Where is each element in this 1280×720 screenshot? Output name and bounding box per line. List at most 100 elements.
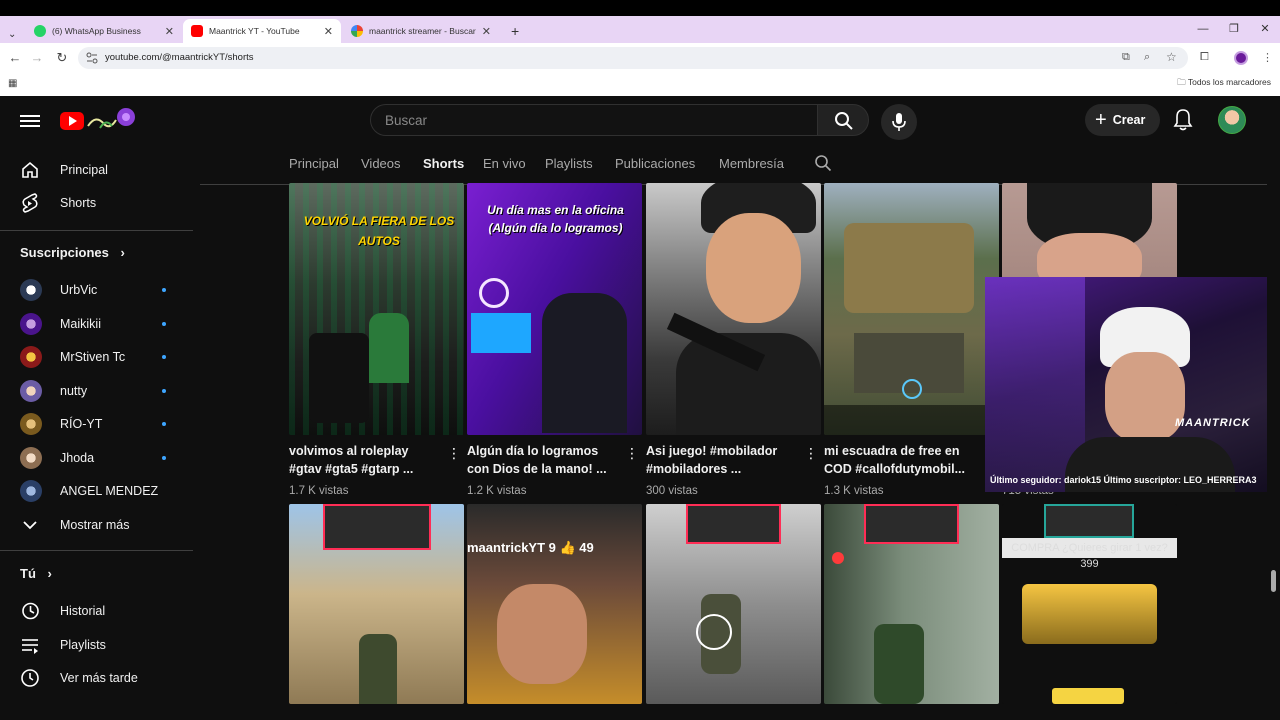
search-icon <box>835 112 853 130</box>
more-options-icon[interactable]: ⋮ <box>625 445 639 462</box>
short-thumbnail[interactable] <box>646 183 821 435</box>
new-content-dot <box>162 288 166 292</box>
tab-publicaciones[interactable]: Publicaciones <box>615 156 695 171</box>
short-title[interactable]: mi escuadra de free en COD #callofdutymo… <box>824 442 974 478</box>
short-title[interactable]: volvimos al roleplay #gtav #gta5 #gtarp … <box>289 442 439 478</box>
you-heading-label: Tú <box>20 566 36 581</box>
close-icon[interactable]: ✕ <box>324 25 333 38</box>
tab-label: Principal <box>289 156 339 171</box>
install-icon[interactable]: ⧉ <box>1122 51 1130 64</box>
youtube-page: Buscar + Crear Principal Shorts Suscripci… <box>0 96 1280 720</box>
search-input[interactable]: Buscar <box>370 104 818 136</box>
back-icon[interactable]: ← <box>6 49 24 67</box>
bookmark-star-icon[interactable]: ☆ <box>1166 50 1177 64</box>
all-bookmarks[interactable]: 🗀 Todos los marcadores <box>1177 77 1271 91</box>
sidebar-item-subscription[interactable]: nutty <box>0 374 193 408</box>
channel-avatar <box>20 279 42 301</box>
show-more-button[interactable]: Mostrar más <box>0 508 193 542</box>
hamburger-menu-icon[interactable] <box>20 112 40 128</box>
history-icon <box>20 601 40 621</box>
sidebar-item-subscription[interactable]: ANGEL MENDEZ <box>0 474 193 508</box>
youtube-logo[interactable] <box>60 108 140 139</box>
sidebar-item-ver-mas-tarde[interactable]: Ver más tarde <box>0 661 193 695</box>
short-thumbnail[interactable] <box>824 183 999 435</box>
short-title[interactable]: Algún día lo logramos con Dios de la man… <box>467 442 617 478</box>
sidebar-item-historial[interactable]: Historial <box>0 594 193 628</box>
sidebar-item-subscription[interactable]: Maikikii <box>0 307 193 341</box>
url-text: youtube.com/@maantrickYT/shorts <box>105 52 254 63</box>
minimize-icon[interactable]: — <box>1188 16 1218 43</box>
reload-icon[interactable]: ↻ <box>53 49 71 67</box>
sidebar-item-subscription[interactable]: UrbVic <box>0 273 193 307</box>
create-button[interactable]: + Crear <box>1085 104 1160 136</box>
short-title[interactable]: Asi juego! #mobilador #mobiladores ... <box>646 442 796 478</box>
page-scrollbar[interactable] <box>1267 96 1280 720</box>
sidebar-item-subscription[interactable]: RÍO-YT <box>0 407 193 441</box>
sidebar-item-shorts[interactable]: Shorts <box>0 186 193 220</box>
thumbnail-overlay-text: VOLVIÓ LA FIERA DE LOS AUTOS <box>303 214 455 248</box>
tab-label: Membresía <box>719 156 785 171</box>
browser-toolbar: ← → ↻ youtube.com/@maantrickYT/shorts ⧉ … <box>0 43 1280 73</box>
search-button[interactable] <box>817 104 869 136</box>
notifications-button[interactable] <box>1172 108 1194 137</box>
short-thumbnail[interactable]: COMPRA ¿Quieres girar 1 vez? 399 <box>1002 504 1177 704</box>
subscriptions-heading[interactable]: Suscripciones › <box>20 245 125 260</box>
tab-membresia[interactable]: Membresía <box>719 156 784 171</box>
plus-icon: + <box>1095 108 1107 131</box>
short-thumbnail[interactable]: Un día mas en la oficina (Algún día lo l… <box>467 183 642 435</box>
new-content-dot <box>162 389 166 393</box>
tab-google[interactable]: maantrick streamer - Buscar con Google ✕ <box>343 19 499 43</box>
playlists-icon <box>20 635 40 655</box>
sidebar-item-subscription[interactable]: MrStiven Tc <box>0 340 193 374</box>
forward-icon[interactable]: → <box>28 49 46 67</box>
menu-dots-icon[interactable]: ⋮ <box>1262 51 1273 64</box>
account-avatar[interactable] <box>1218 106 1246 134</box>
screen-top-border <box>0 0 1280 16</box>
voice-search-button[interactable] <box>881 104 917 140</box>
apps-grid-icon[interactable]: ▦ <box>8 78 17 89</box>
tab-videos[interactable]: Videos <box>361 156 401 171</box>
you-heading[interactable]: Tú › <box>20 566 52 581</box>
sidebar-item-label: Ver más tarde <box>60 671 138 685</box>
tab-principal[interactable]: Principal <box>289 156 339 171</box>
tab-label: Playlists <box>545 156 593 171</box>
sidebar-item-playlists[interactable]: Playlists <box>0 628 193 662</box>
close-window-icon[interactable]: ✕ <box>1250 16 1280 43</box>
short-thumbnail[interactable] <box>824 504 999 704</box>
google-icon <box>351 25 363 37</box>
tab-youtube[interactable]: Maantrick YT - YouTube ✕ <box>183 19 341 43</box>
profile-icon[interactable] <box>1234 51 1248 65</box>
tab-playlists[interactable]: Playlists <box>545 156 593 171</box>
site-info-icon[interactable] <box>86 52 98 64</box>
tab-whatsapp[interactable]: (6) WhatsApp Business ✕ <box>26 19 182 43</box>
subscriptions-heading-label: Suscripciones <box>20 245 109 260</box>
tab-shorts[interactable]: Shorts <box>423 156 464 171</box>
short-thumbnail[interactable]: VOLVIÓ LA FIERA DE LOS AUTOS <box>289 183 464 435</box>
scrollbar-thumb[interactable] <box>1271 570 1276 592</box>
restore-icon[interactable]: ❐ <box>1219 16 1249 43</box>
close-icon[interactable]: ✕ <box>165 25 174 38</box>
short-thumbnail[interactable] <box>646 504 821 704</box>
tab-en-vivo[interactable]: En vivo <box>483 156 526 171</box>
channel-search-icon[interactable] <box>814 154 832 177</box>
microphone-icon <box>892 113 906 131</box>
short-thumbnail[interactable] <box>289 504 464 704</box>
shorts-icon <box>20 193 40 213</box>
zoom-icon[interactable]: ⌕ <box>1144 51 1150 64</box>
short-thumbnail[interactable]: maantrickYT 9 👍 49 <box>467 504 642 704</box>
all-bookmarks-label: Todos los marcadores <box>1187 77 1271 87</box>
sidebar-divider <box>0 550 193 551</box>
channel-avatar <box>20 447 42 469</box>
more-options-icon[interactable]: ⋮ <box>804 445 818 462</box>
new-tab-button[interactable]: + <box>503 19 523 43</box>
sidebar-item-subscription[interactable]: Jhoda <box>0 441 193 475</box>
close-icon[interactable]: ✕ <box>482 25 491 38</box>
channel-avatar <box>20 480 42 502</box>
address-bar[interactable]: youtube.com/@maantrickYT/shorts ⧉ ⌕ ☆ <box>78 47 1188 69</box>
extensions-icon[interactable]: ⧠ <box>1200 51 1209 64</box>
sidebar-item-principal[interactable]: Principal <box>0 153 193 187</box>
more-options-icon[interactable]: ⋮ <box>447 445 461 462</box>
channel-avatar <box>20 413 42 435</box>
chevron-right-icon: › <box>47 566 52 581</box>
tab-label: Shorts <box>423 156 465 171</box>
